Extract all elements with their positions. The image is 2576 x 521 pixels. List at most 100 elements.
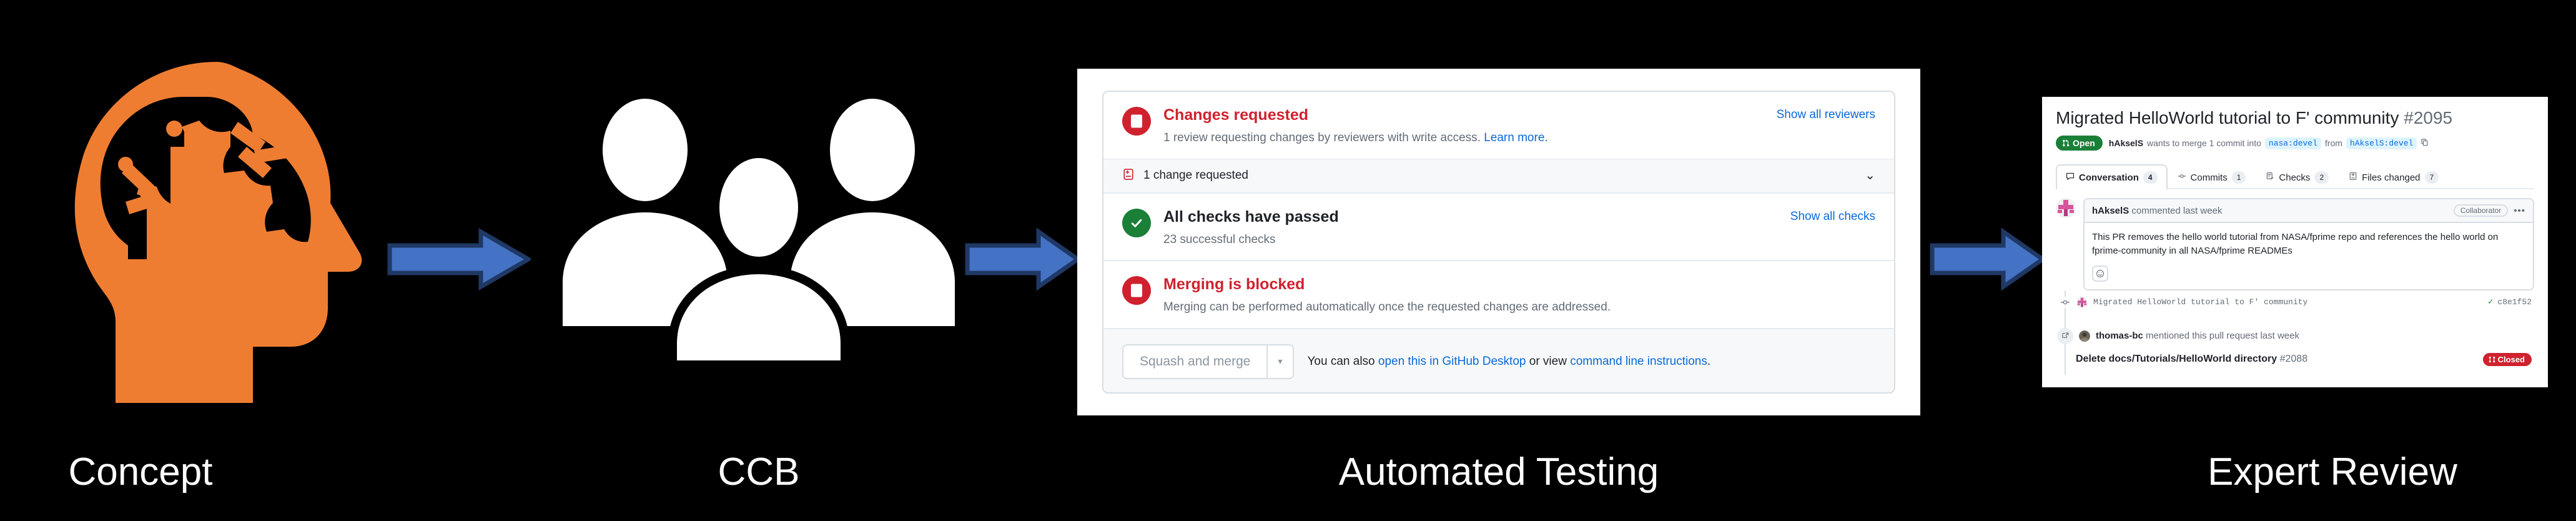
learn-more-link[interactable]: Learn more. (1484, 131, 1547, 144)
open-in-github-desktop-link[interactable]: open this in GitHub Desktop (1378, 355, 1526, 368)
pr-title-text: Migrated HelloWorld tutorial to F' commu… (2056, 108, 2399, 127)
smiley-icon[interactable] (2092, 265, 2108, 282)
pr-state-label: Open (2073, 138, 2095, 149)
avatar[interactable] (2056, 198, 2076, 219)
mention-line: thomas-bc mentioned this pull request la… (2096, 330, 2299, 341)
mention-author[interactable]: thomas-bc (2096, 330, 2143, 341)
tab-checks[interactable]: Checks 2 (2256, 164, 2339, 189)
merging-blocked-icon (1122, 276, 1151, 305)
commit-check-icon: ✓ (2487, 297, 2494, 308)
show-all-checks-link[interactable]: Show all checks (1790, 210, 1875, 224)
stage-label-expert-review: Expert Review (2208, 450, 2457, 494)
changes-requested-subtitle: 1 review requesting changes by reviewers… (1163, 130, 1764, 146)
pr-meta-text: hAkselS wants to merge 1 commit into nas… (2109, 137, 2429, 149)
tab-checks-count: 2 (2314, 171, 2329, 184)
comment-action: commented last week (2131, 205, 2223, 216)
squash-and-merge-button-group[interactable]: Squash and merge ▾ (1122, 344, 1294, 379)
checks-title: All checks have passed (1163, 207, 1339, 226)
commit-icon (2178, 172, 2186, 183)
comment-body-text: This PR removes the hello world tutorial… (2092, 232, 2499, 256)
arrow-concept-to-ccb (387, 227, 533, 294)
merge-footer-note: You can also open this in GitHub Desktop… (1308, 355, 1711, 369)
comment-body: This PR removes the hello world tutorial… (2085, 223, 2533, 289)
tab-conversation[interactable]: Conversation 4 (2056, 164, 2168, 190)
chevron-down-icon[interactable]: ⌄ (1865, 169, 1875, 182)
comment-icon (2066, 172, 2075, 183)
referenced-issue-title[interactable]: Delete docs/Tutorials/HelloWorld directo… (2076, 354, 2307, 365)
stage-label-ccb: CCB (718, 450, 800, 494)
checklist-icon (2266, 172, 2274, 183)
comment-author: hAkselS (2092, 205, 2129, 216)
pr-meta: Open hAkselS wants to merge 1 commit int… (2056, 136, 2534, 151)
referenced-issue-title-text: Delete docs/Tutorials/HelloWorld directo… (2076, 354, 2277, 365)
people-group-icon (553, 87, 965, 369)
github-pull-request-screenshot: Migrated HelloWorld tutorial to F' commu… (2042, 97, 2548, 387)
pr-base-branch[interactable]: nasa:devel (2264, 137, 2321, 149)
footer-note-suffix: . (1707, 354, 1711, 368)
commit-author-avatar[interactable] (2076, 296, 2088, 308)
tab-files-changed-count: 7 (2424, 171, 2439, 184)
pr-state-badge: Open (2056, 136, 2103, 151)
merging-blocked-title: Merging is blocked (1163, 275, 1305, 294)
changes-requested-subtitle-text: 1 review requesting changes by reviewers… (1163, 131, 1481, 144)
timeline-mention-item: thomas-bc mentioned this pull request la… (2057, 314, 2534, 350)
show-all-reviewers-link[interactable]: Show all reviewers (1777, 108, 1875, 122)
pr-timeline: Migrated HelloWorld tutorial to F' commu… (2057, 290, 2534, 375)
pr-author: hAkselS (2108, 138, 2144, 149)
pr-comment: hAkselS commented last week Collaborator… (2056, 198, 2534, 290)
squash-and-merge-button[interactable]: Squash and merge (1123, 345, 1266, 378)
pr-number: #2095 (2404, 108, 2453, 127)
tab-commits[interactable]: Commits 1 (2168, 164, 2256, 189)
merge-box-changes-requested-row: Changes requested 1 review requesting ch… (1103, 92, 1894, 159)
brain-head-icon (66, 53, 378, 403)
comment-box: hAkselS commented last week Collaborator… (2083, 198, 2534, 290)
merging-blocked-subtitle: Merging can be performed automatically o… (1163, 300, 1611, 314)
stage-label-automated-testing: Automated Testing (1338, 450, 1659, 494)
cross-reference-icon (2057, 327, 2073, 344)
github-merge-box-screenshot: Changes requested 1 review requesting ch… (1077, 69, 1920, 415)
kebab-menu-icon[interactable]: ••• (2514, 206, 2525, 216)
referenced-issue-number: #2088 (2279, 354, 2308, 365)
merge-box-collapsed-row[interactable]: 1 change requested ⌄ (1103, 158, 1894, 192)
arrow-testing-to-review (1930, 227, 2047, 294)
footer-note-middle: or view (1526, 354, 1571, 368)
comment-author-line: hAkselS commented last week (2092, 206, 2222, 216)
role-chip: Collaborator (2453, 204, 2509, 217)
checks-subtitle: 23 successful checks (1163, 232, 1276, 246)
collapsed-row-label: 1 change requested (1143, 169, 1248, 182)
merge-box-merging-blocked-row: Merging is blocked Merging can be perfor… (1103, 260, 1894, 328)
comment-header-right: Collaborator ••• (2453, 204, 2525, 217)
commit-message[interactable]: Migrated HelloWorld tutorial to F' commu… (2093, 297, 2307, 307)
commit-sha[interactable]: c8e1f52 (2497, 297, 2532, 307)
mention-action: mentioned this pull request last week (2146, 330, 2299, 342)
command-line-instructions-link[interactable]: command line instructions (1570, 355, 1707, 368)
merge-box-footer: Squash and merge ▾ You can also open thi… (1103, 327, 1894, 392)
commit-node-icon (2060, 296, 2071, 308)
checks-passed-icon (1122, 208, 1151, 237)
comment-header: hAkselS commented last week Collaborator… (2085, 199, 2533, 224)
mention-author-avatar[interactable] (2079, 330, 2090, 342)
changes-requested-title: Changes requested (1163, 106, 1309, 124)
stage-label-concept: Concept (68, 450, 213, 494)
merge-options-caret-icon[interactable]: ▾ (1266, 345, 1292, 378)
arrow-ccb-to-testing (965, 227, 1082, 294)
pr-meta-phrase-1: wants to merge 1 commit into (2147, 138, 2261, 149)
timeline-referenced-issue: Delete docs/Tutorials/HelloWorld directo… (2066, 350, 2534, 375)
pr-head-branch[interactable]: hAkselS:devel (2346, 137, 2417, 149)
referenced-issue-state-label: Closed (2497, 354, 2525, 364)
referenced-issue-state-badge: Closed (2482, 352, 2532, 366)
tab-conversation-count: 4 (2143, 171, 2158, 184)
footer-note-prefix: You can also (1307, 354, 1378, 368)
pr-tab-bar: Conversation 4 Commits 1 Checks 2 Files … (2056, 163, 2534, 190)
commit-status-group: ✓ c8e1f52 (2488, 297, 2532, 307)
copy-branch-icon[interactable] (2421, 138, 2429, 148)
pr-meta-phrase-2: from (2324, 138, 2342, 149)
merge-box-checks-row: All checks have passed 23 successful che… (1103, 192, 1894, 260)
changes-requested-icon (1122, 107, 1151, 136)
tab-files-changed[interactable]: Files changed 7 (2339, 164, 2449, 189)
diff-icon (2349, 172, 2357, 183)
merge-box: Changes requested 1 review requesting ch… (1102, 91, 1895, 394)
change-requested-small-icon (1122, 168, 1135, 184)
tab-commits-count: 1 (2231, 171, 2246, 184)
tab-files-changed-label: Files changed (2362, 172, 2421, 183)
